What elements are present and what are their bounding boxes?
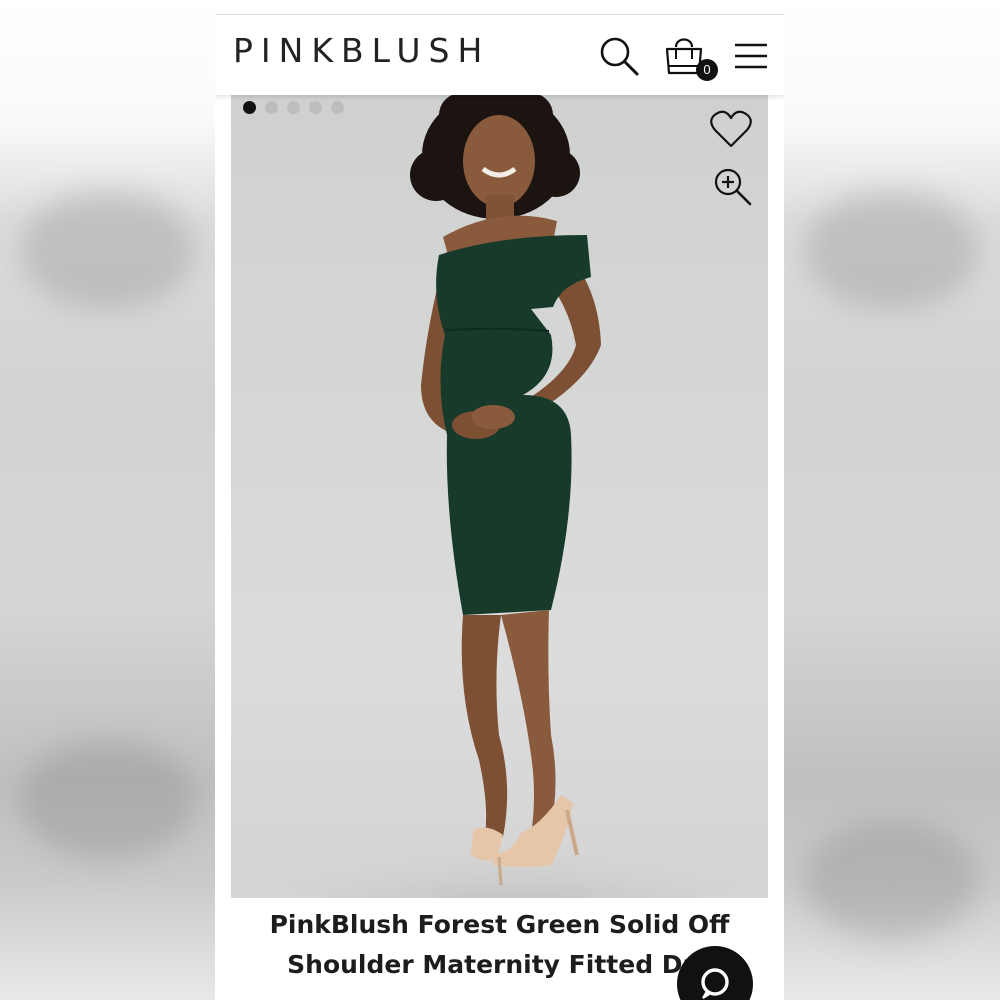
backdrop-shade xyxy=(804,820,979,940)
heart-icon[interactable] xyxy=(709,108,753,150)
carousel-dot[interactable] xyxy=(309,101,322,114)
model-photo xyxy=(251,95,768,898)
status-strip xyxy=(215,0,784,15)
chat-icon xyxy=(701,968,729,999)
brand-logo[interactable]: PINKBLUSH xyxy=(233,31,490,70)
mobile-page: PINKBLUSH 0 PinkBlush Forest Green Solid… xyxy=(215,0,784,1000)
carousel-dots xyxy=(243,101,344,114)
chat-button[interactable] xyxy=(677,946,753,1000)
zoom-in-icon[interactable] xyxy=(712,166,754,208)
backdrop-shade xyxy=(804,190,979,310)
backdrop-shade xyxy=(20,190,195,310)
site-header: PINKBLUSH 0 xyxy=(215,15,784,95)
carousel-dot[interactable] xyxy=(243,101,256,114)
cart-count-badge: 0 xyxy=(696,59,718,81)
search-icon[interactable] xyxy=(598,35,640,77)
carousel-dot[interactable] xyxy=(287,101,300,114)
product-image[interactable] xyxy=(231,95,768,898)
carousel-dot[interactable] xyxy=(331,101,344,114)
left-backdrop xyxy=(0,0,215,1000)
carousel-dot[interactable] xyxy=(265,101,278,114)
right-backdrop xyxy=(784,0,1000,1000)
product-title-line: PinkBlush Forest Green Solid Off xyxy=(269,910,730,939)
hamburger-menu-icon[interactable] xyxy=(733,41,769,71)
backdrop-shade xyxy=(20,740,195,860)
